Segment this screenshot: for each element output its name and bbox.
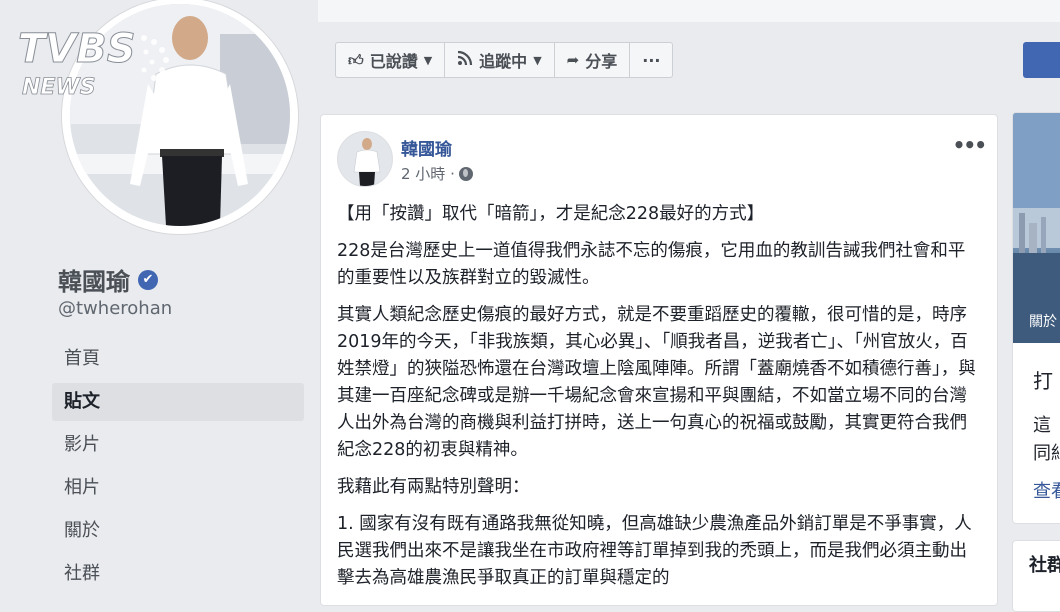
post-author-avatar[interactable]	[337, 131, 393, 187]
sidebar-text-line-1: 這	[1033, 415, 1051, 436]
thumbs-up-icon: 👍︎	[348, 50, 364, 69]
sidebar-heading[interactable]: 打	[1033, 365, 1053, 394]
city-photo[interactable]	[1013, 113, 1060, 343]
share-button[interactable]: ➦ 分享	[553, 42, 631, 78]
profile-handle[interactable]: @twherohan	[58, 298, 172, 319]
page-action-bar: 👍︎ 已說讚 ▼ 追蹤中 ▼ ➦ 分享 ···	[335, 42, 674, 78]
following-label: 追蹤中	[479, 52, 528, 71]
post-body: 【用「按讚」取代「暗箭」，才是紀念228最好的方式】 228是台灣歷史上一道值得…	[337, 201, 977, 602]
left-column: TVBS NEWS 韓國瑜 ✔ @twherohan 首頁 貼文 影片 相片 關…	[0, 0, 318, 596]
chevron-down-icon: ▼	[533, 53, 542, 67]
page-nav: 首頁 貼文 影片 相片 關於 社群	[52, 340, 304, 598]
profile-name[interactable]: 韓國瑜 ✔	[58, 262, 158, 297]
nav-item-videos[interactable]: 影片	[52, 426, 304, 464]
nav-item-posts[interactable]: 貼文	[52, 383, 304, 421]
post-paragraph-2: 其實人類紀念歷史傷痕的最好方式，就是不要重蹈歷史的覆轍，很可惜的是，時序2019…	[337, 305, 976, 460]
svg-text:TVBS: TVBS	[18, 26, 136, 72]
following-button[interactable]: 追蹤中 ▼	[444, 42, 555, 78]
post-paragraph-1: 228是台灣歷史上一道值得我們永誌不忘的傷痕，它用血的教訓告誡我們社會和平的重要…	[337, 241, 966, 288]
tvbs-news-logo: TVBS NEWS	[16, 18, 176, 100]
liked-label: 已說讚	[369, 52, 418, 71]
sidebar-text-line-2: 同絲	[1033, 443, 1060, 464]
svg-text:NEWS: NEWS	[22, 75, 96, 100]
rss-icon	[457, 50, 473, 70]
primary-action-button[interactable]	[1023, 42, 1060, 78]
post-options-icon[interactable]: •••	[953, 133, 987, 157]
globe-icon	[458, 166, 473, 181]
post-timestamp[interactable]: 2 小時 ·	[401, 163, 455, 184]
sidebar-see-more-link[interactable]: 查看	[1033, 477, 1060, 503]
right-sidebar-card: 關於 打 這 同絲 查看	[1012, 112, 1060, 524]
post-author-name[interactable]: 韓國瑜	[401, 135, 452, 160]
verified-badge-icon: ✔	[138, 269, 158, 290]
nav-item-about[interactable]: 關於	[52, 512, 304, 550]
community-heading[interactable]: 社群	[1029, 551, 1060, 577]
community-card: 社群	[1012, 540, 1060, 612]
nav-item-home[interactable]: 首頁	[52, 340, 304, 378]
liked-button[interactable]: 👍︎ 已說讚 ▼	[335, 42, 446, 78]
photo-caption: 關於	[1029, 314, 1057, 330]
share-label: 分享	[585, 52, 618, 71]
nav-item-community[interactable]: 社群	[52, 555, 304, 593]
post-paragraph-4: 1. 國家有沒有既有通路我無從知曉，但高雄缺少農漁產品外銷訂單是不爭事實，人民選…	[337, 514, 972, 588]
share-arrow-icon: ➦	[566, 51, 580, 69]
more-dots-icon: ···	[642, 50, 661, 70]
post-meta: 2 小時 ·	[401, 163, 473, 184]
nav-item-photos[interactable]: 相片	[52, 469, 304, 507]
chevron-down-icon: ▼	[423, 53, 433, 67]
post-title: 【用「按讚」取代「暗箭」，才是紀念228最好的方式】	[337, 204, 765, 224]
cover-bottom-strip	[318, 0, 1060, 22]
profile-name-text[interactable]: 韓國瑜	[58, 262, 130, 297]
more-options-button[interactable]: ···	[629, 42, 674, 78]
post-card: 韓國瑜 2 小時 · ••• 【用「按讚」取代「暗箭」，才是紀念228最好的方式…	[320, 114, 998, 606]
post-paragraph-3: 我藉此有兩點特別聲明：	[337, 477, 530, 497]
